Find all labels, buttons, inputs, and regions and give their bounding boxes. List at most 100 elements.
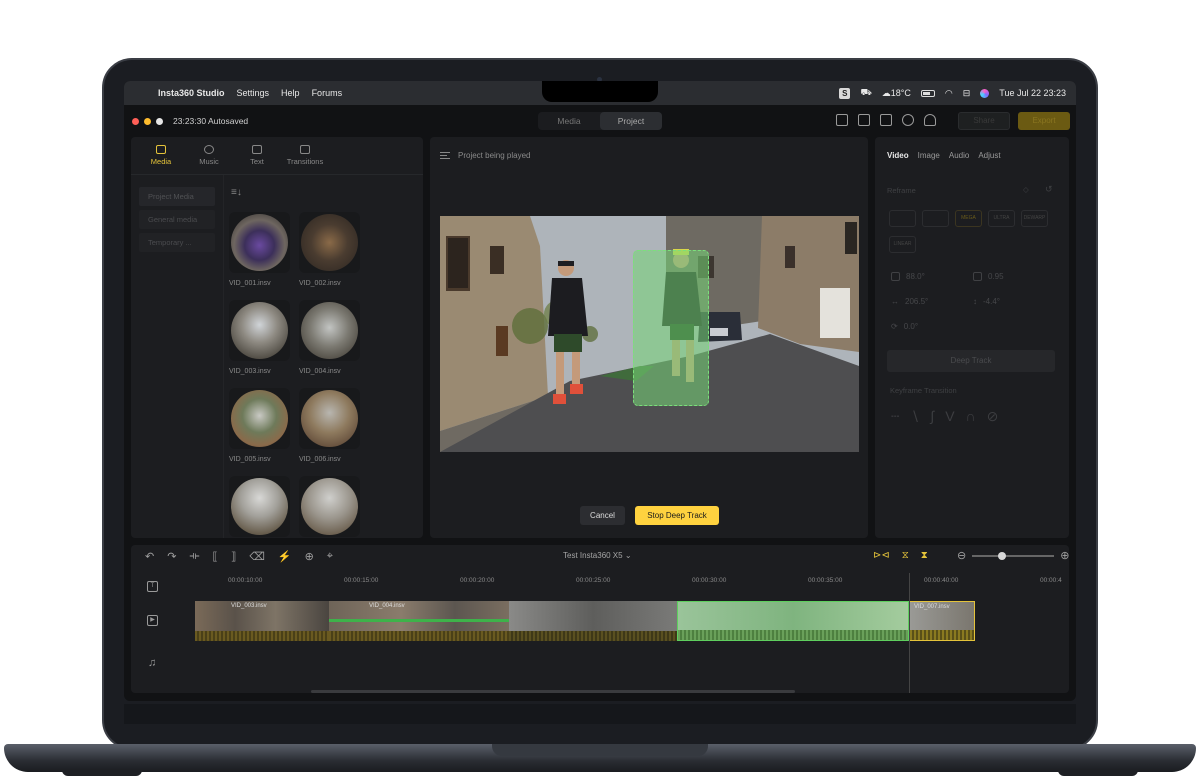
media-thumbnail[interactable] <box>299 300 360 361</box>
timeline-clip[interactable]: VID_004.insv <box>329 601 509 641</box>
menu-app-name[interactable]: Insta360 Studio <box>158 88 225 98</box>
timeline-clip[interactable]: VID_003.insv <box>195 601 329 641</box>
tab-media[interactable]: Media <box>538 112 600 130</box>
zoom-out-icon[interactable]: ⊖ <box>957 549 966 562</box>
deep-track-selection-box[interactable] <box>633 250 709 406</box>
music-track-icon[interactable]: ♫ <box>148 657 156 669</box>
video-track-icon[interactable]: ▶ <box>147 615 158 626</box>
playhead[interactable] <box>909 573 910 693</box>
user-icon[interactable] <box>924 114 936 126</box>
preset-mega[interactable]: MEGA <box>955 210 982 227</box>
curve-ease-in-icon[interactable]: ∖ <box>910 408 919 425</box>
sidebar-item-project-media[interactable]: Project Media <box>139 187 215 206</box>
media-thumbnail[interactable] <box>299 388 360 449</box>
library-tab-music[interactable]: Music <box>193 145 225 174</box>
curve-v-icon[interactable]: V <box>945 408 954 425</box>
timeline-clip[interactable] <box>509 601 677 641</box>
deep-track-icon[interactable]: ⌖ <box>327 550 333 563</box>
reset-icon[interactable]: ↺ <box>1045 184 1053 195</box>
edit-note-icon[interactable] <box>880 114 892 126</box>
media-thumbnail[interactable] <box>229 476 290 537</box>
library-tab-media[interactable]: Media <box>145 145 177 174</box>
status-s-badge[interactable]: S <box>839 87 851 99</box>
deep-track-button[interactable]: Deep Track <box>887 350 1055 372</box>
reframe-label: Reframe <box>887 186 916 195</box>
curve-linear-icon[interactable]: ┄ <box>891 408 899 425</box>
library-tab-transitions[interactable]: Transitions <box>287 145 323 174</box>
timeline-ruler[interactable]: 00:00:10:00 00:00:15:00 00:00:20:00 00:0… <box>194 573 1069 587</box>
trim-right-icon[interactable]: ⟧ <box>231 550 236 563</box>
preset-ultra[interactable]: ULTRA <box>988 210 1015 227</box>
roll-param[interactable]: ⟳ 0.0° <box>891 322 918 331</box>
tilt-param[interactable]: ↕ -4.4° <box>973 297 1000 306</box>
control-center-icon[interactable]: ⊟ <box>963 88 971 99</box>
curve-none-icon[interactable]: ⊘ <box>987 408 999 425</box>
tab-image[interactable]: Image <box>918 151 940 160</box>
wifi-icon[interactable]: ◠ <box>945 88 953 99</box>
list-icon[interactable] <box>440 152 450 159</box>
preset-dewarp[interactable]: DEWARP <box>1021 210 1048 227</box>
tracked-clip-section[interactable] <box>677 601 909 641</box>
fov-param[interactable]: 88.0° <box>891 272 925 281</box>
zoom-slider-knob[interactable] <box>998 551 1007 560</box>
timeline-clip-selected[interactable]: VID_007.insv <box>909 601 975 641</box>
undo-icon[interactable]: ↶ <box>145 550 154 563</box>
sidebar-item-general-media[interactable]: General media <box>139 210 215 229</box>
weather-status[interactable]: ☁18°C <box>882 88 911 99</box>
curve-bell-icon[interactable]: ∩ <box>966 408 976 425</box>
library-divider <box>223 175 224 538</box>
text-track-icon[interactable]: T <box>147 581 158 592</box>
preset-tiny-planet-icon[interactable] <box>922 210 949 227</box>
minimize-window-button[interactable] <box>144 117 151 125</box>
stop-deep-track-button[interactable]: Stop Deep Track <box>635 506 719 525</box>
redo-icon[interactable]: ↷ <box>167 550 176 563</box>
add-icon[interactable]: ⊕ <box>305 550 314 563</box>
link-icon[interactable]: ⧖ <box>902 550 909 561</box>
share-button[interactable]: Share <box>958 112 1010 130</box>
split-icon[interactable]: ⟛ <box>189 550 199 563</box>
library-tab-text[interactable]: Text <box>241 145 273 174</box>
menubar-clock[interactable]: Tue Jul 22 23:23 <box>999 88 1066 98</box>
car-icon[interactable]: ⛟ <box>860 87 871 99</box>
book-icon[interactable] <box>858 114 870 126</box>
media-thumbnail[interactable] <box>299 212 360 273</box>
subtitles-icon[interactable] <box>836 114 848 126</box>
media-thumbnail[interactable] <box>229 212 290 273</box>
project-title-dropdown[interactable]: Test Insta360 X5 ⌄ <box>563 551 632 560</box>
sort-icon[interactable]: ≡↓ <box>231 187 242 198</box>
video-preview[interactable] <box>440 216 859 452</box>
trim-left-icon[interactable]: ⟦ <box>212 550 217 563</box>
keyframe-diamond-icon[interactable]: ◇ <box>1023 185 1029 194</box>
keyframe-curves-row: ┄ ∖ ∫ V ∩ ⊘ <box>891 408 998 425</box>
media-thumbnail[interactable] <box>299 476 360 537</box>
preset-natural-view-icon[interactable] <box>889 210 916 227</box>
distortion-param[interactable]: 0.95 <box>973 272 1004 281</box>
curve-ease-out-icon[interactable]: ∫ <box>930 408 934 425</box>
speed-icon[interactable]: ⚡ <box>278 550 292 563</box>
ai-icon[interactable] <box>902 114 914 126</box>
sidebar-item-temporary[interactable]: Temporary ... <box>139 233 215 252</box>
menu-settings[interactable]: Settings <box>237 88 270 98</box>
timeline-scrollbar[interactable] <box>311 690 795 693</box>
tab-project[interactable]: Project <box>600 112 662 130</box>
tab-audio[interactable]: Audio <box>949 151 969 160</box>
zoom-window-button[interactable] <box>156 117 163 125</box>
cancel-button[interactable]: Cancel <box>580 506 625 525</box>
delete-icon[interactable]: ⌫ <box>249 550 265 563</box>
zoom-slider[interactable] <box>972 551 1055 560</box>
media-thumbnail[interactable] <box>229 388 290 449</box>
menu-forums[interactable]: Forums <box>312 88 343 98</box>
zoom-in-icon[interactable]: ⊕ <box>1060 549 1069 562</box>
tab-adjust[interactable]: Adjust <box>978 151 1000 160</box>
close-window-button[interactable] <box>132 117 139 125</box>
menu-help[interactable]: Help <box>281 88 300 98</box>
preset-linear[interactable]: LINEAR <box>889 236 916 253</box>
magnet-icon[interactable]: ⧗ <box>921 550 928 561</box>
pan-param[interactable]: ↔ 206.5° <box>891 297 928 306</box>
tab-video[interactable]: Video <box>887 151 909 160</box>
battery-icon[interactable] <box>920 89 935 97</box>
export-button[interactable]: Export <box>1018 112 1070 130</box>
siri-icon[interactable] <box>980 88 990 98</box>
media-thumbnail[interactable] <box>229 300 290 361</box>
snap-icon[interactable]: ⊳⊲ <box>873 550 890 561</box>
